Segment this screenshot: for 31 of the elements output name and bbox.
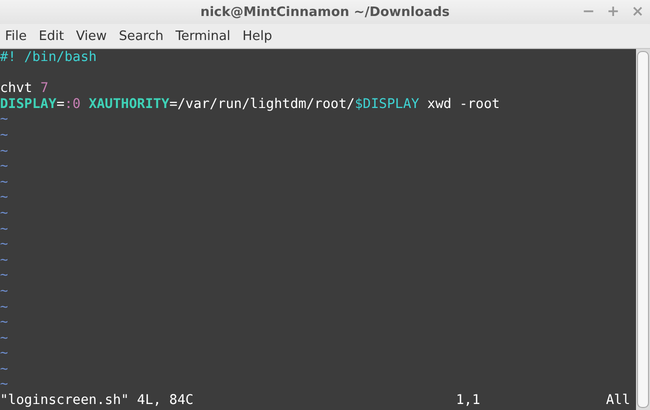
empty-line-marker: ~ <box>0 315 8 330</box>
empty-line-marker: ~ <box>0 362 8 377</box>
code-line: chvt 7 <box>0 81 48 96</box>
empty-line-marker: ~ <box>0 128 8 143</box>
empty-line-marker: ~ <box>0 237 8 252</box>
empty-line-marker: ~ <box>0 268 8 284</box>
empty-line-marker: ~ <box>0 222 8 237</box>
empty-line-marker: ~ <box>0 300 8 314</box>
empty-line-marker: ~ <box>0 206 8 221</box>
empty-line-marker: ~ <box>0 159 8 174</box>
menu-item[interactable]: Search <box>118 28 164 44</box>
empty-line-marker: ~ <box>0 144 8 159</box>
empty-line-marker: ~ <box>0 112 8 128</box>
code-line: #! /bin/bash <box>0 50 97 65</box>
empty-line-marker: ~ <box>0 252 8 268</box>
menu-item[interactable]: Terminal <box>175 28 230 44</box>
menu-item[interactable]: Edit <box>38 28 64 44</box>
empty-line-marker: ~ <box>0 346 8 362</box>
empty-line-marker: ~ <box>0 330 8 346</box>
cursor-position: 1,1 <box>456 393 482 409</box>
menu-item[interactable]: File <box>5 28 27 44</box>
code-line: DISPLAY=:0 XAUTHORITY=/var/run/lightdm/root/$DISPLAY xwd -root <box>0 96 500 112</box>
empty-line-marker: ~ <box>0 190 8 206</box>
scroll-position: All <box>606 393 632 409</box>
empty-line-marker: ~ <box>0 174 8 190</box>
window-title: nick@MintCinnamon ~/Downloads <box>200 4 450 20</box>
menu-item[interactable]: Help <box>242 28 272 44</box>
menu-item[interactable]: View <box>76 28 107 44</box>
empty-line-marker: ~ <box>0 284 8 299</box>
empty-line-marker: ~ <box>0 377 8 392</box>
status-message: "loginscreen.sh" 4L, 84C <box>0 393 194 409</box>
